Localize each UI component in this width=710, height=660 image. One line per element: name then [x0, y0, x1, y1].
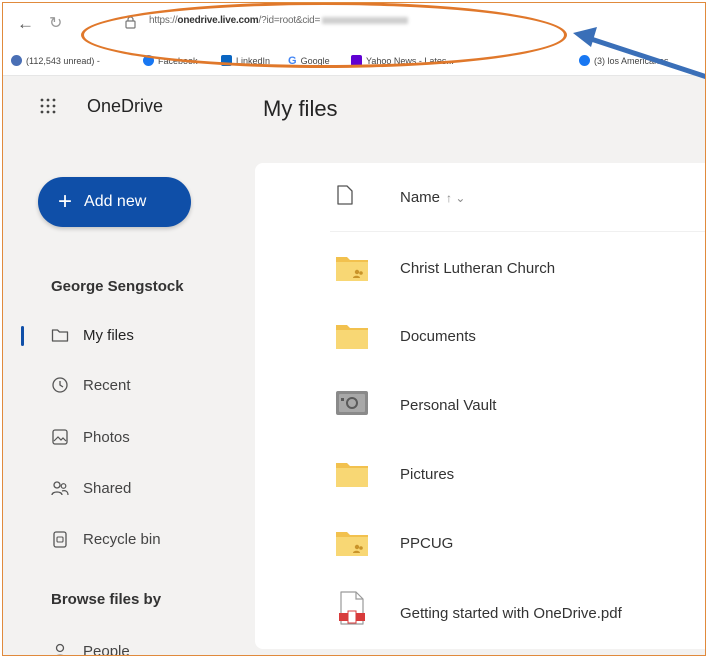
column-label: Name [400, 189, 441, 206]
redacted-url-part [322, 16, 409, 24]
file-row[interactable]: Personal Vault [255, 370, 705, 438]
annotation-arrow-icon [573, 27, 705, 80]
yahoo-icon [351, 55, 362, 66]
folder-icon [336, 325, 368, 349]
bookmark-linkedin[interactable]: LinkedIn [221, 55, 270, 66]
bookmark-yahoo[interactable]: Yahoo News - Lates... [351, 55, 454, 66]
active-indicator [21, 326, 24, 346]
nav-label: Photos [83, 428, 130, 446]
nav-item-my-files[interactable]: My files [51, 326, 134, 344]
sort-arrow-icon[interactable]: ↑ ⌄ [446, 191, 465, 205]
nav-label: My files [83, 326, 134, 344]
file-list-header: Name ↑ ⌄ [255, 163, 705, 231]
google-icon: G [288, 55, 297, 67]
url-path: /?id=root&cid= [258, 15, 321, 26]
nav-item-recent[interactable]: Recent [51, 376, 131, 394]
bookmark-label: LinkedIn [236, 55, 271, 66]
sidebar: OneDrive + Add new George Sengstock My f… [3, 76, 255, 656]
plus-icon: + [58, 188, 73, 215]
nav-item-people[interactable]: People [51, 642, 130, 656]
shared-folder-icon [336, 532, 368, 556]
bookmark-email[interactable]: (112,543 unread) - [11, 55, 100, 66]
file-list: Name ↑ ⌄ Christ Lutheran Church Documents [255, 163, 705, 649]
user-name: George Sengstock [51, 278, 184, 295]
name-column-header[interactable]: Name ↑ ⌄ [400, 189, 465, 206]
back-arrow-icon[interactable]: ← [17, 14, 34, 34]
lock-icon [125, 16, 136, 29]
clock-icon [52, 377, 68, 393]
bookmark-facebook[interactable]: Facebook [143, 55, 198, 66]
url-domain: onedrive.live.com [177, 15, 259, 26]
linkedin-icon [221, 55, 232, 66]
folder-icon [336, 463, 368, 487]
personal-vault-icon [336, 391, 368, 415]
shared-folder-icon [336, 257, 368, 281]
nav-item-recycle-bin[interactable]: Recycle bin [51, 530, 161, 548]
nav-label: People [83, 642, 130, 656]
brand-name[interactable]: OneDrive [87, 96, 163, 117]
nav-item-shared[interactable]: Shared [51, 479, 131, 497]
add-new-button[interactable]: + Add new [38, 177, 191, 227]
url-prefix: https:// [149, 15, 178, 26]
file-type-icon [337, 185, 353, 205]
file-name: Christ Lutheran Church [400, 260, 556, 277]
bookmark-google[interactable]: G Google [288, 55, 330, 67]
nav-label: Shared [83, 479, 132, 497]
app-launcher-icon[interactable] [40, 98, 56, 114]
bookmark-label: Google [300, 56, 330, 66]
nav-label: Recent [83, 376, 131, 394]
person-icon [55, 643, 65, 655]
url-field[interactable]: https://onedrive.live.com/?id=root&cid= [149, 15, 409, 26]
file-row[interactable]: Christ Lutheran Church [255, 233, 705, 301]
nav-label: Recycle bin [83, 530, 161, 548]
add-new-label: Add new [84, 193, 147, 210]
file-name: Documents [400, 328, 476, 345]
nav-item-photos[interactable]: Photos [51, 428, 130, 446]
file-row[interactable]: Getting started with OneDrive.pdf [255, 577, 705, 645]
file-row[interactable]: Pictures [255, 439, 705, 507]
file-row[interactable]: PPCUG [255, 508, 705, 576]
divider [330, 231, 705, 232]
people-icon [51, 481, 69, 496]
file-name: Personal Vault [400, 397, 497, 414]
pdf-file-icon [339, 591, 365, 625]
file-row[interactable]: Documents [255, 301, 705, 369]
email-icon [11, 55, 22, 66]
bookmark-label: Facebook [158, 55, 198, 66]
bookmark-label: (112,543 unread) - [26, 55, 100, 66]
recycle-bin-icon [53, 531, 67, 548]
browse-files-by-heading: Browse files by [51, 591, 162, 608]
facebook-icon [143, 55, 154, 66]
page-title: My files [263, 96, 338, 121]
bookmark-label: Yahoo News - Lates... [366, 55, 454, 66]
file-name: Pictures [400, 466, 455, 483]
photo-icon [52, 429, 68, 445]
screenshot-frame: ← ↻ https://onedrive.live.com/?id=root&c… [2, 2, 706, 656]
reload-icon[interactable]: ↻ [49, 13, 62, 33]
file-name: Getting started with OneDrive.pdf [400, 605, 622, 622]
file-name: PPCUG [400, 535, 454, 552]
folder-icon [51, 329, 69, 342]
